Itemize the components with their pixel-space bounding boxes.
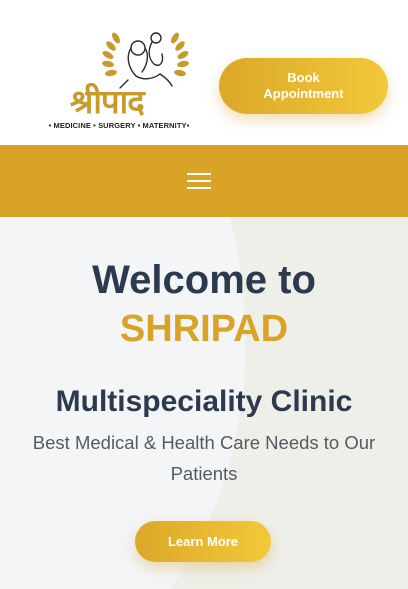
logo-wordmark: श्रीपाद [70, 82, 145, 121]
hamburger-menu-icon[interactable] [187, 173, 211, 189]
hero-brand-name: SHRIPAD [119, 308, 289, 350]
hero-title: Welcome to [92, 258, 316, 302]
book-appointment-label: Book Appointment [263, 70, 344, 101]
hero-subtitle: Multispeciality Clinic [55, 385, 353, 418]
learn-more-button[interactable]: Learn More [135, 521, 271, 562]
logo-tagline: • MEDICINE • SURGERY • MATERNITY• [48, 121, 190, 130]
hero-description: Best Medical & Health Care Needs to Our … [32, 432, 376, 484]
book-appointment-button[interactable]: Book Appointment [219, 58, 388, 114]
site-logo[interactable]: श्रीपाद • MEDICINE • SURGERY • MATERNITY… [44, 24, 194, 134]
